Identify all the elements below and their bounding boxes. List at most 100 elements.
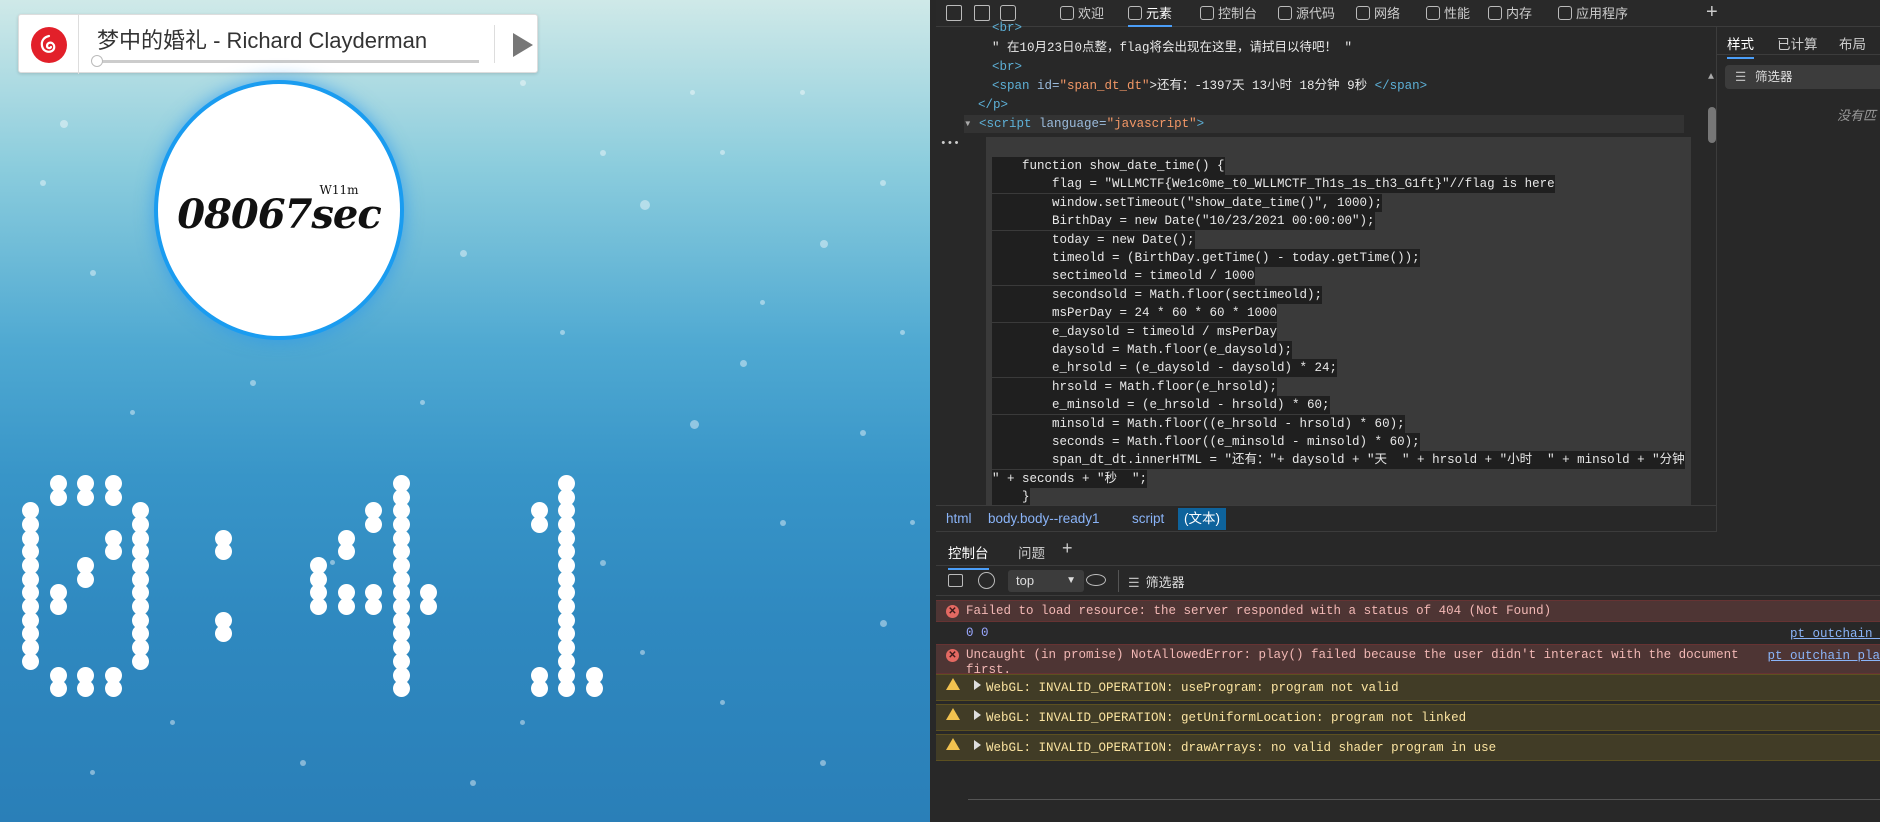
tab-app[interactable]: 应用程序 xyxy=(1558,0,1628,27)
expand-arrow-icon[interactable] xyxy=(974,710,981,720)
bubble xyxy=(60,120,68,128)
context-selector[interactable]: top ▼ xyxy=(1008,570,1084,592)
code-line-flag-notice[interactable]: " 在10月23日0点整，flag将会出现在这里，请拭目以待吧！ " xyxy=(992,39,1352,57)
code-icon xyxy=(1128,6,1142,20)
tab-styles[interactable]: 样式 xyxy=(1727,33,1754,59)
console-message[interactable]: WebGL: INVALID_OPERATION: useProgram: pr… xyxy=(936,674,1880,701)
play-icon[interactable] xyxy=(513,33,533,57)
tab-home[interactable]: 欢迎 xyxy=(1060,0,1104,27)
tab-code[interactable]: 元素 xyxy=(1128,0,1173,27)
warning-icon xyxy=(946,738,960,750)
more-options-icon[interactable]: ••• xyxy=(940,135,960,153)
bubble xyxy=(760,300,765,305)
gear-icon xyxy=(1488,6,1502,20)
expand-arrow-icon[interactable]: ▾ xyxy=(964,117,979,131)
span-attr-value: "span_dt_dt" xyxy=(1059,79,1150,93)
clock-dot xyxy=(132,652,150,670)
tab-computed[interactable]: 已计算 xyxy=(1777,33,1818,53)
scrollbar-thumb[interactable] xyxy=(1708,107,1716,143)
breadcrumb-body[interactable]: body.body--ready1 xyxy=(988,511,1100,526)
progress-track[interactable] xyxy=(97,60,479,63)
console-message-text: WebGL: INVALID_OPERATION: useProgram: pr… xyxy=(986,681,1399,695)
breadcrumb-text[interactable]: (文本) xyxy=(1178,508,1226,530)
bubble xyxy=(690,420,699,429)
console-message[interactable]: WebGL: INVALID_OPERATION: drawArrays: no… xyxy=(936,734,1880,761)
tab-label: 控制台 xyxy=(1218,6,1258,21)
home-icon xyxy=(1060,6,1074,20)
code-line-script[interactable]: ▾ <script language="javascript"> xyxy=(964,115,1684,133)
scroll-up-icon[interactable]: ▲ xyxy=(1708,72,1714,83)
gauge-icon xyxy=(1426,6,1440,20)
console-message[interactable]: ✕ Uncaught (in promise) NotAllowedError: … xyxy=(936,644,1880,677)
add-drawer-tab-button[interactable]: + xyxy=(1062,538,1073,559)
js-code-line: timeold = (BirthDay.getTime() - today.ge… xyxy=(992,249,1420,267)
tab-label: 性能 xyxy=(1444,6,1471,21)
bubble xyxy=(90,770,95,775)
code-line-br[interactable]: <br> xyxy=(992,58,1022,76)
warning-icon xyxy=(946,678,960,690)
bubble xyxy=(800,90,805,95)
span-text: >还有：-1397天 13小时 18分钟 9秒 xyxy=(1149,79,1375,93)
span-attr: id= xyxy=(1037,79,1060,93)
clock-dot xyxy=(77,680,95,698)
breadcrumb-script[interactable]: script xyxy=(1132,511,1164,526)
tab-gauge[interactable]: 性能 xyxy=(1426,0,1470,27)
console-filter-placeholder: 筛选器 xyxy=(1145,575,1185,590)
js-code-line: minsold = Math.floor((e_hrsold - hrsold)… xyxy=(992,414,1405,433)
js-code-line: } xyxy=(992,488,1030,507)
styles-filter-input[interactable]: ☰ 筛选器 xyxy=(1725,65,1880,89)
code-line-span[interactable]: <span id="span_dt_dt">还有：-1397天 13小时 18分… xyxy=(992,77,1427,95)
filter-icon: ☰ xyxy=(1735,70,1747,84)
tab-wifi[interactable]: 网络 xyxy=(1356,0,1400,27)
clock-dot xyxy=(585,680,603,698)
expand-arrow-icon[interactable] xyxy=(974,740,981,750)
source-link[interactable]: pt_outchain_ xyxy=(1790,627,1880,642)
js-code-line: e_minsold = (e_hrsold - hrsold) * 60; xyxy=(992,396,1330,415)
console-message[interactable]: WebGL: INVALID_OPERATION: getUniformLoca… xyxy=(936,704,1880,731)
music-player: 梦中的婚礼 - Richard Clayderman xyxy=(18,14,538,74)
script-attr-value: "javascript" xyxy=(1106,117,1197,131)
clear-console-icon[interactable] xyxy=(978,572,995,589)
code-line-br-top[interactable]: <br> xyxy=(992,19,1022,37)
eye-icon[interactable] xyxy=(1086,574,1106,586)
console-message[interactable]: ✕ Failed to load resource: the server res… xyxy=(936,600,1880,622)
clock-dot xyxy=(215,543,232,561)
bubble xyxy=(740,360,747,367)
clock-dot xyxy=(104,543,122,561)
add-tab-button[interactable]: + xyxy=(1706,0,1718,27)
expand-arrow-icon[interactable] xyxy=(974,680,981,690)
bubble xyxy=(900,330,905,335)
tab-console[interactable]: 控制台 xyxy=(1200,0,1257,27)
device-toolbar-icon[interactable] xyxy=(974,5,990,21)
js-code-line: sectimeold = timeold / 1000 xyxy=(992,267,1255,286)
code-line-p-close[interactable]: </p> xyxy=(978,96,1008,114)
breadcrumb-html[interactable]: html xyxy=(946,511,972,526)
tab-gear[interactable]: 内存 xyxy=(1488,0,1532,27)
source-link[interactable]: pt_outchain_pla xyxy=(1767,649,1880,664)
progress-knob[interactable] xyxy=(91,55,103,67)
inspect-icon[interactable] xyxy=(946,5,962,21)
clock-dot xyxy=(104,488,122,506)
bubble xyxy=(880,180,886,186)
tab-layout[interactable]: 布局 xyxy=(1839,33,1866,53)
app-icon xyxy=(1558,6,1572,20)
tab-label: 源代码 xyxy=(1296,6,1336,21)
console-filter-input[interactable]: ☰ 筛选器 xyxy=(1128,572,1185,591)
clock-dot xyxy=(104,680,122,698)
span-open-tag: <span xyxy=(992,79,1038,93)
console-message[interactable]: 0 0 pt_outchain_ xyxy=(936,623,1880,641)
context-value: top xyxy=(1016,573,1035,588)
filter-icon-console: ☰ xyxy=(1128,575,1140,590)
toolbar-divider xyxy=(1118,570,1119,592)
script-attr: language= xyxy=(1039,117,1107,131)
avatar-logo-text: 08067sec xyxy=(177,190,381,238)
bubble xyxy=(130,410,135,415)
sidebar-toggle-icon[interactable] xyxy=(948,574,963,587)
clock-dot xyxy=(337,598,355,616)
js-code-line: function show_date_time() { xyxy=(992,157,1225,175)
tab-bug[interactable]: 源代码 xyxy=(1278,0,1335,27)
song-title: 梦中的婚礼 - Richard Clayderman xyxy=(97,28,428,53)
netease-music-logo[interactable] xyxy=(19,15,79,74)
tab-issues[interactable]: 问题 xyxy=(1018,542,1045,562)
console-prompt-line[interactable] xyxy=(968,799,1880,800)
